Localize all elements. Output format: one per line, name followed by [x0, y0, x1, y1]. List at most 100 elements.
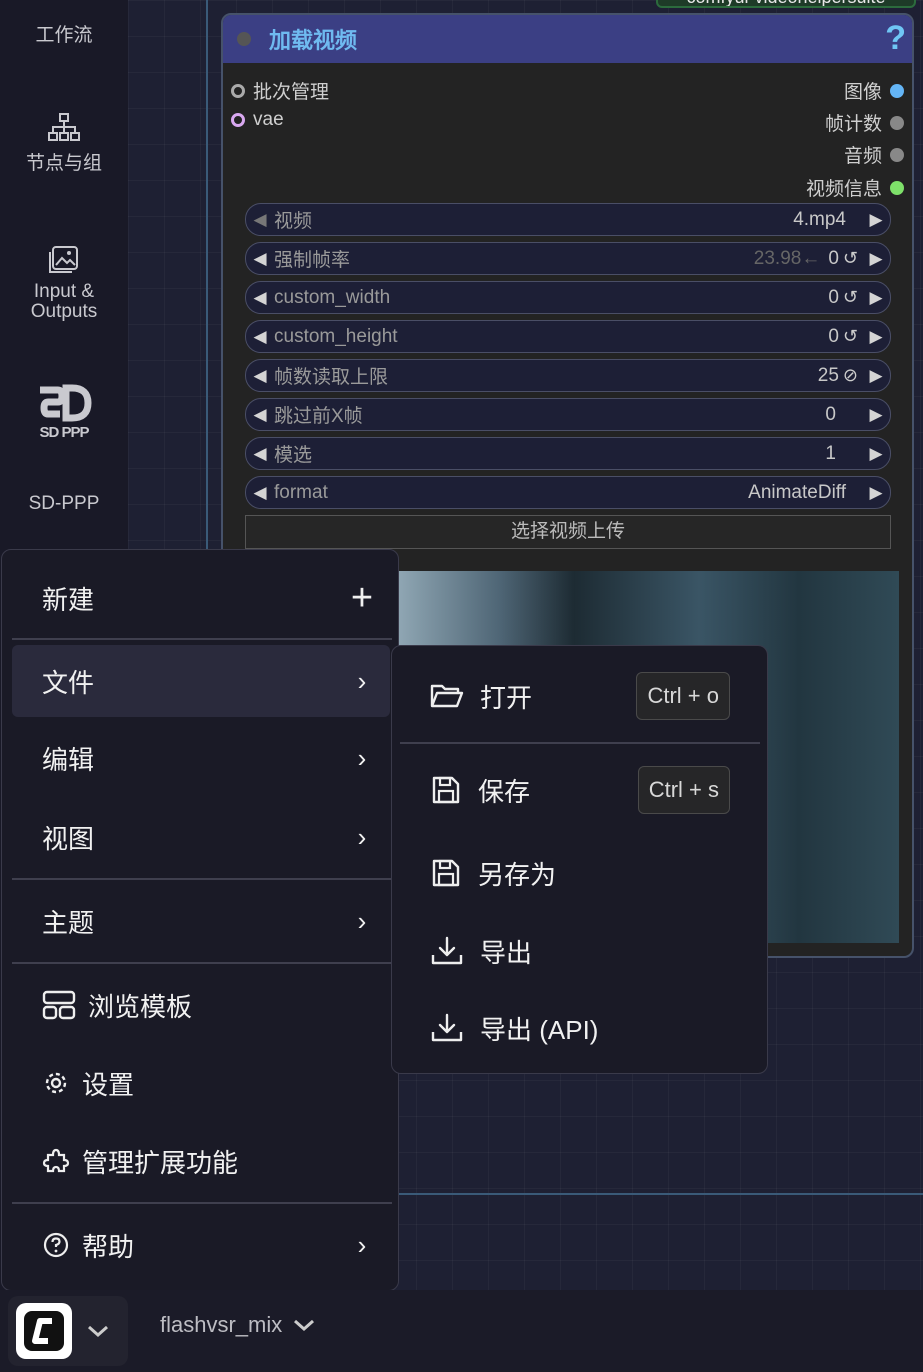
increment-arrow[interactable]: ▶	[862, 483, 890, 503]
menu-item-label: 保存	[478, 776, 531, 807]
sidebar-item-sdppp[interactable]: SD PPP	[0, 384, 128, 441]
menu-item-label: 设置	[82, 1069, 135, 1100]
reset-icon[interactable]: ↺	[843, 287, 858, 308]
menu-item-file[interactable]: 文件 ›	[12, 645, 390, 717]
sidebar-item-io[interactable]: Input & Outputs	[0, 244, 128, 322]
save-icon	[430, 857, 462, 889]
shortcut-badge: Ctrl + o	[636, 672, 730, 720]
plus-icon: +	[350, 576, 374, 619]
widget-video[interactable]: ◀ 视频 4.mp4 ▶	[245, 203, 891, 236]
widget-name: 帧数读取上限	[274, 367, 389, 388]
node-header[interactable]: 加载视频 ?	[223, 15, 912, 63]
output-label: 音频	[843, 146, 882, 167]
widget-value: 0	[828, 247, 839, 269]
download-icon	[430, 935, 464, 967]
reset-icon[interactable]: ↺	[843, 248, 858, 269]
menu-item-theme[interactable]: 主题 ›	[12, 885, 390, 957]
output-slot[interactable]: 音频	[844, 141, 904, 168]
output-slot[interactable]: 视频信息	[806, 174, 904, 201]
increment-arrow[interactable]: ▶	[862, 249, 890, 269]
widget-name: custom_width	[274, 286, 391, 308]
increment-arrow[interactable]: ▶	[862, 366, 890, 386]
input-label: vae	[253, 109, 284, 130]
input-dot[interactable]	[231, 113, 245, 127]
menu-item-new[interactable]: 新建 +	[12, 562, 390, 634]
menu-separator	[12, 1202, 392, 1204]
menu-item-browse-templates[interactable]: 浏览模板	[12, 969, 390, 1041]
menu-item-settings[interactable]: 设置	[12, 1047, 390, 1119]
upload-video-button[interactable]: 选择视频上传	[245, 515, 891, 549]
node-collapse-dot[interactable]	[237, 32, 251, 46]
node-title: 加载视频	[269, 28, 358, 53]
bottom-bar: flashvsr_mix	[0, 1290, 923, 1372]
decrement-arrow[interactable]: ◀	[246, 327, 274, 347]
decrement-arrow[interactable]: ◀	[246, 210, 274, 230]
output-slot[interactable]: 图像	[844, 77, 904, 104]
sidebar-item-sdppp-label: SD-PPP	[0, 493, 128, 515]
folder-open-icon	[430, 682, 464, 710]
widget-force-rate[interactable]: ◀ 强制帧率 23.98← 0 ↺ ▶	[245, 242, 891, 275]
increment-arrow[interactable]: ▶	[862, 444, 890, 464]
output-label: 图像	[843, 82, 882, 103]
output-dot[interactable]	[890, 147, 904, 162]
sidebar-item-nodes[interactable]: 节点与组	[0, 112, 128, 175]
decrement-arrow[interactable]: ◀	[246, 249, 274, 269]
help-icon[interactable]: ?	[885, 19, 906, 58]
widget-format[interactable]: ◀ format AnimateDiff ▶	[245, 476, 891, 509]
disable-icon[interactable]: ⊘	[843, 365, 858, 386]
menu-item-save-as[interactable]: 另存为	[402, 841, 760, 905]
widget-select-every-nth[interactable]: ◀ 模选 1 ▶	[245, 437, 891, 470]
menu-item-help[interactable]: 帮助 ›	[12, 1209, 390, 1281]
sidebar-item-workflow[interactable]: 工作流	[0, 20, 128, 47]
menu-item-save[interactable]: 保存 Ctrl + s	[402, 758, 760, 822]
widget-skip-first-frames[interactable]: ◀ 跳过前X帧 0 ▶	[245, 398, 891, 431]
workflow-name: flashvsr_mix	[160, 1312, 283, 1337]
menu-separator	[12, 962, 392, 964]
output-dot[interactable]	[890, 180, 904, 195]
input-slot[interactable]: vae	[231, 109, 284, 131]
decrement-arrow[interactable]: ◀	[246, 444, 274, 464]
widget-name: 强制帧率	[274, 250, 351, 271]
widget-custom-width[interactable]: ◀ custom_width 0 ↺ ▶	[245, 281, 891, 314]
question-circle-icon	[42, 1231, 70, 1259]
reset-icon[interactable]: ↺	[843, 326, 858, 347]
output-dot[interactable]	[890, 115, 904, 130]
menu-item-manage-extensions[interactable]: 管理扩展功能	[12, 1125, 390, 1197]
input-label: 批次管理	[253, 82, 330, 103]
menu-item-export-api[interactable]: 导出 (API)	[402, 996, 760, 1060]
output-dot[interactable]	[890, 83, 904, 98]
menu-item-open[interactable]: 打开 Ctrl + o	[402, 664, 760, 728]
chevron-right-icon: ›	[357, 821, 367, 852]
menu-item-label: 编辑	[42, 744, 95, 775]
input-dot[interactable]	[231, 83, 245, 98]
menu-item-export[interactable]: 导出	[402, 919, 760, 983]
widget-value: 1	[825, 442, 836, 464]
increment-arrow[interactable]: ▶	[862, 210, 890, 230]
menu-item-label: 浏览模板	[88, 991, 193, 1022]
menu-item-edit[interactable]: 编辑 ›	[12, 722, 390, 794]
output-label: 视频信息	[805, 179, 882, 200]
app-menu-button[interactable]	[8, 1296, 128, 1366]
workflow-tab[interactable]: flashvsr_mix	[160, 1312, 316, 1338]
chevron-down-icon[interactable]	[292, 1317, 316, 1333]
download-icon	[430, 1012, 464, 1044]
puzzle-icon	[42, 1147, 70, 1175]
widget-custom-height[interactable]: ◀ custom_height 0 ↺ ▶	[245, 320, 891, 353]
menu-item-view[interactable]: 视图 ›	[12, 801, 390, 873]
menu-item-label: 帮助	[82, 1231, 135, 1262]
shortcut-badge: Ctrl + s	[637, 766, 730, 814]
menu-separator	[12, 638, 392, 640]
decrement-arrow[interactable]: ◀	[246, 483, 274, 503]
main-menu: 新建 + 文件 › 编辑 › 视图 › 主题 › 浏览模板 设置 管理扩展功能 …	[1, 549, 399, 1291]
increment-arrow[interactable]: ▶	[862, 288, 890, 308]
chevron-right-icon: ›	[357, 742, 367, 773]
widget-frame-load-cap[interactable]: ◀ 帧数读取上限 25 ⊘ ▶	[245, 359, 891, 392]
decrement-arrow[interactable]: ◀	[246, 366, 274, 386]
increment-arrow[interactable]: ▶	[862, 327, 890, 347]
input-slot[interactable]: 批次管理	[231, 77, 329, 104]
decrement-arrow[interactable]: ◀	[246, 288, 274, 308]
widget-value: 0	[828, 286, 839, 308]
increment-arrow[interactable]: ▶	[862, 405, 890, 425]
decrement-arrow[interactable]: ◀	[246, 405, 274, 425]
output-slot[interactable]: 帧计数	[825, 109, 904, 136]
